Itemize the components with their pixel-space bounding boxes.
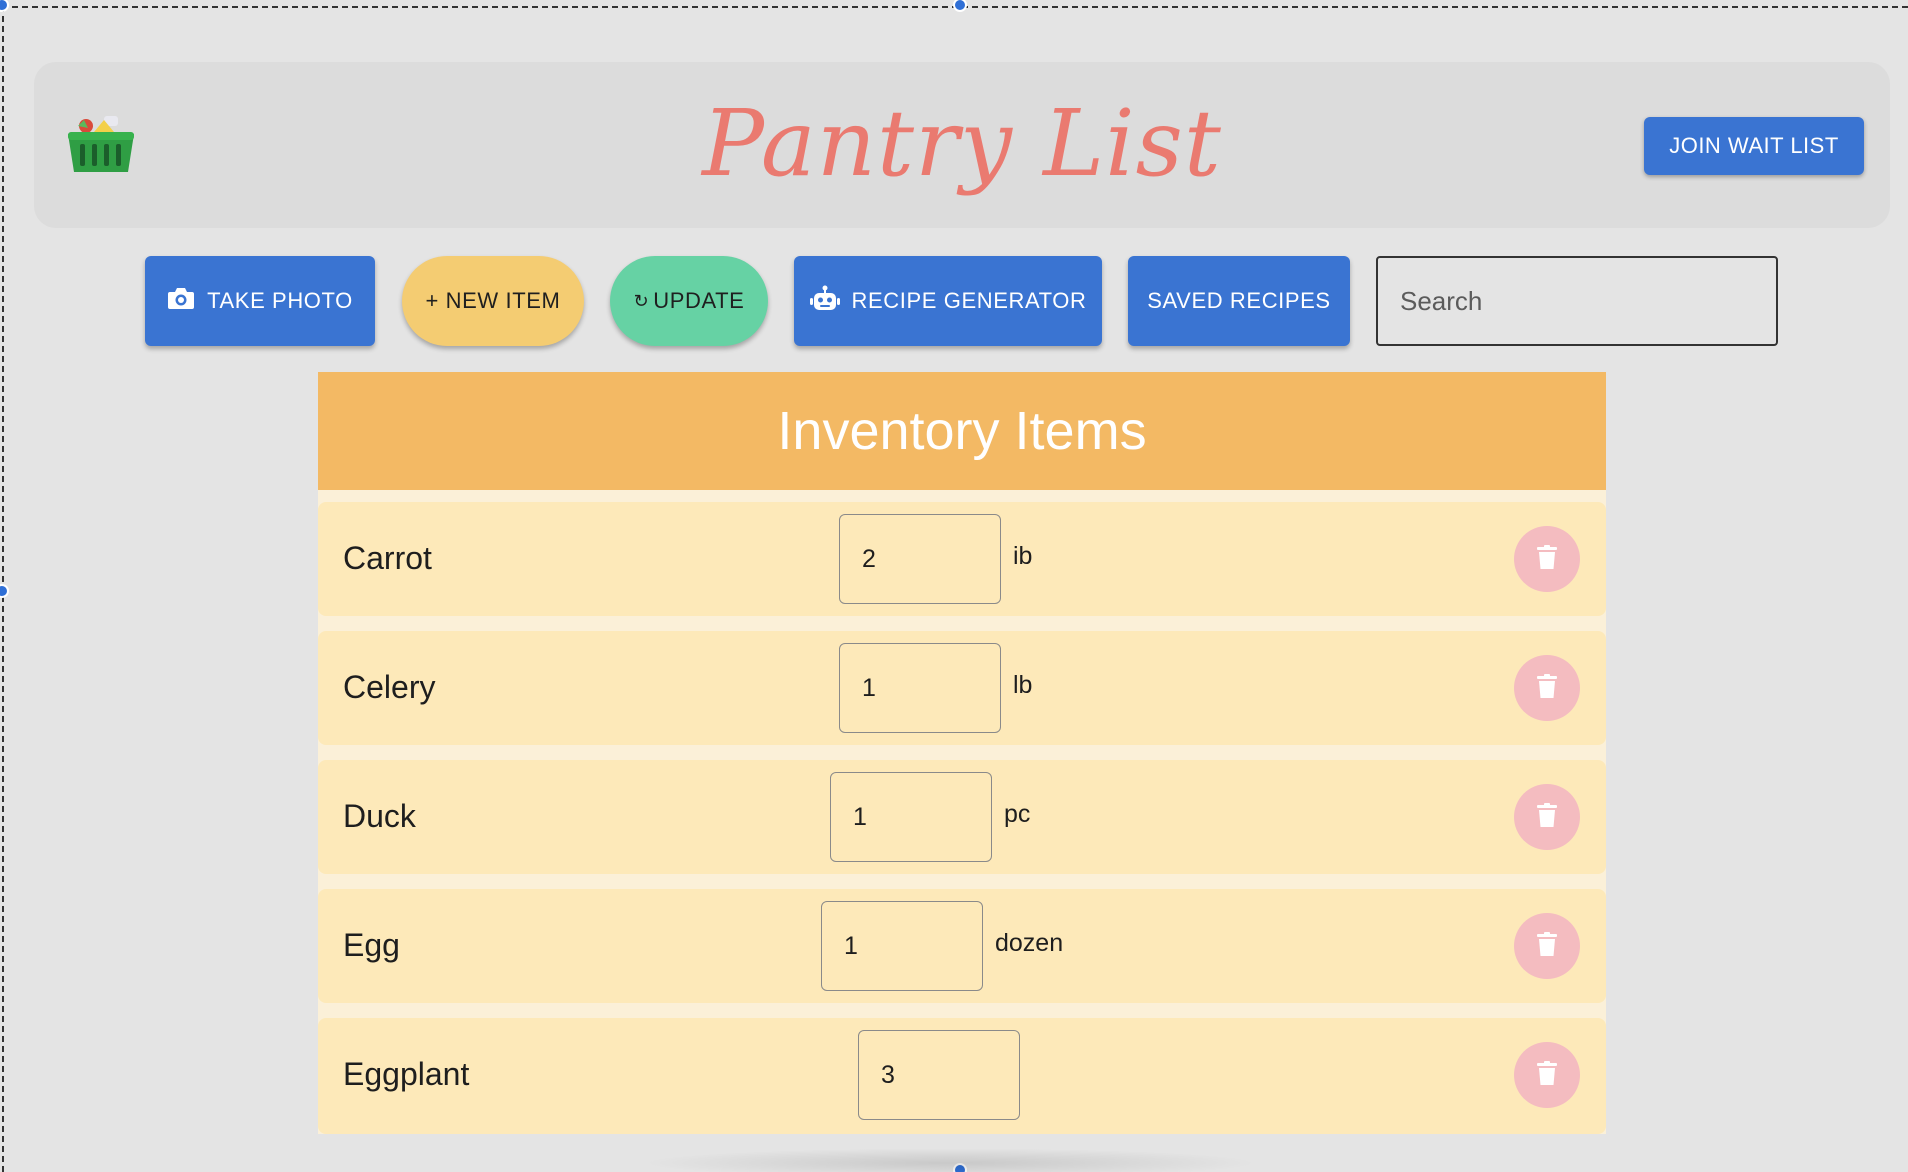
resize-handle[interactable] [953,0,967,12]
update-button[interactable]: ↻ UPDATE [610,256,768,346]
delete-button[interactable] [1514,526,1580,592]
unit-label: pc [1004,800,1031,828]
list-item: Egg dozen [318,889,1606,1003]
robot-icon [809,285,840,317]
list-item: Duck pc [318,760,1606,874]
delete-button[interactable] [1514,784,1580,850]
panel-shadow [640,1148,1260,1172]
new-item-button[interactable]: + NEW ITEM [402,256,584,346]
new-item-label: + NEW ITEM [425,288,561,313]
delete-button[interactable] [1514,1042,1580,1108]
app-header: Pantry List JOIN WAIT LIST [34,62,1890,228]
trash-icon [1537,544,1557,574]
item-name: Duck [343,798,416,834]
quantity-field[interactable] [821,901,983,991]
inventory-panel: Inventory Items Carrot ib Celery lb Duck… [318,372,1606,1134]
resize-handle[interactable] [0,0,9,12]
quantity-field[interactable] [839,643,1001,733]
recipe-generator-label: RECIPE GENERATOR [851,288,1087,313]
unit-label: dozen [995,929,1064,957]
unit-label: lb [1013,671,1033,699]
join-wait-list-button[interactable]: JOIN WAIT LIST [1644,117,1864,175]
take-photo-button[interactable]: TAKE PHOTO [145,256,375,346]
trash-icon [1537,673,1557,703]
refresh-icon: ↻ [633,290,650,311]
item-name: Celery [343,669,436,705]
resize-handle[interactable] [0,584,9,598]
unit-label: ib [1013,542,1033,570]
update-label: UPDATE [653,288,745,313]
quantity-field[interactable] [830,772,992,862]
quantity-field[interactable] [839,514,1001,604]
list-item: Carrot ib [318,502,1606,616]
recipe-generator-button[interactable]: RECIPE GENERATOR [794,256,1102,346]
take-photo-label: TAKE PHOTO [207,288,353,313]
item-name: Eggplant [343,1056,470,1092]
trash-icon [1537,802,1557,832]
saved-recipes-button[interactable]: SAVED RECIPES [1128,256,1350,346]
list-item: Celery lb [318,631,1606,745]
camera-icon [167,286,195,316]
inventory-title: Inventory Items [318,372,1606,490]
search-input[interactable] [1376,256,1778,346]
delete-button[interactable] [1514,655,1580,721]
item-name: Carrot [343,540,432,576]
quantity-field[interactable] [858,1030,1020,1120]
delete-button[interactable] [1514,913,1580,979]
trash-icon [1537,1060,1557,1090]
item-name: Egg [343,927,400,963]
saved-recipes-label: SAVED RECIPES [1147,288,1331,313]
list-item: Eggplant [318,1018,1606,1134]
trash-icon [1537,931,1557,961]
page-title: Pantry List [702,90,1222,197]
